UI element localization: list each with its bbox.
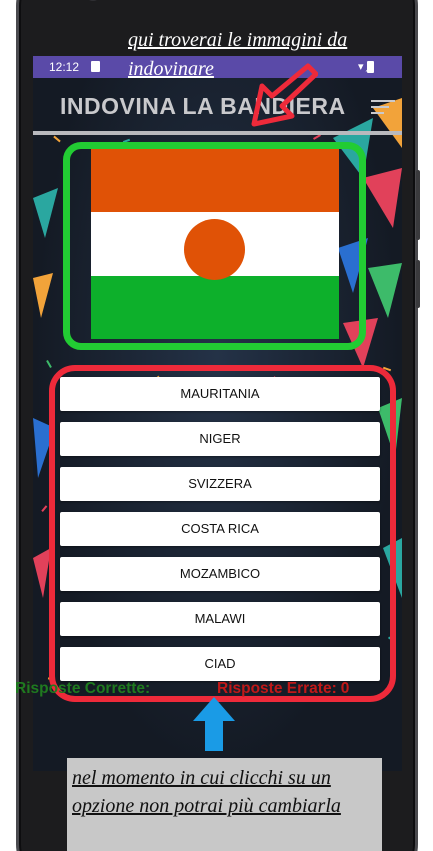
sd-card-icon [91,61,100,72]
front-camera-icon [85,0,101,1]
app-screen: 12:12 ▾◢ [33,56,402,771]
options-highlight-frame [49,365,396,702]
tutorial-screenshot: 12:12 ▾◢ [0,0,433,851]
power-button [416,170,420,240]
volume-button [416,260,420,308]
menu-icon[interactable] [371,100,395,116]
wrong-answers-value: 0 [340,680,350,697]
correct-answers-counter: Risposte Corrette: [15,680,154,698]
image-highlight-frame [63,142,366,350]
annotation-bottom-note: nel momento in cui clicchi su un opzione… [67,758,382,851]
status-time: 12:12 [49,60,80,74]
arrow-up-icon [193,697,235,751]
arrow-down-left-icon [251,63,318,127]
title-divider [33,131,402,135]
correct-answers-label: Risposte Corrette: [15,680,151,697]
